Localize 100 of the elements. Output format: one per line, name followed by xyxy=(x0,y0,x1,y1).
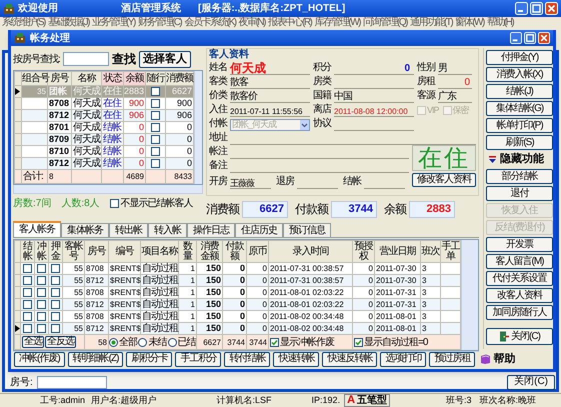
help-button[interactable]: 帮助 xyxy=(478,352,518,366)
checkbox[interactable] xyxy=(151,147,160,156)
ime-name[interactable]: 五笔型 xyxy=(357,396,388,406)
horizontal-scrollbar[interactable] xyxy=(13,351,479,352)
checkbox[interactable] xyxy=(23,312,32,321)
action-button[interactable]: 帐单打印(P) xyxy=(486,118,553,133)
action-button[interactable]: 转明细帐(Z) xyxy=(68,352,124,366)
table-row[interactable]: 8712 何天成 在住 906 906 xyxy=(14,110,194,122)
checkbox[interactable] xyxy=(151,135,160,144)
action-button[interactable]: 手工积分 xyxy=(175,352,222,366)
table-row[interactable]: 8709 何天成 结帐 0 0 xyxy=(14,134,194,146)
checkbox[interactable] xyxy=(151,123,160,132)
table-row[interactable]: 8708 何天成 在住 900 900 xyxy=(14,98,194,110)
action-button[interactable]: 集体结帐(G) xyxy=(486,101,553,116)
checkbox[interactable] xyxy=(51,276,60,285)
select-guest-button[interactable]: 选择客人 xyxy=(138,50,191,68)
action-button[interactable]: 开发票 xyxy=(486,237,553,252)
checkbox[interactable] xyxy=(354,338,363,346)
menu-item[interactable]: 夜审(N) xyxy=(238,18,265,28)
checkbox[interactable] xyxy=(110,198,119,208)
tab[interactable]: 操作日志 xyxy=(187,223,235,237)
action-button[interactable]: 代付关系设置 xyxy=(486,271,553,286)
close-button[interactable]: 关闭(C) xyxy=(507,374,555,390)
checkbox[interactable] xyxy=(151,99,160,108)
menu-item[interactable]: 窗体(W) xyxy=(455,18,484,28)
checkbox[interactable] xyxy=(51,264,60,273)
tab[interactable]: 客人帐务 xyxy=(13,221,61,237)
invert-selection-button[interactable]: 全反选 xyxy=(45,336,76,348)
tab[interactable]: 集体帐务 xyxy=(61,223,109,237)
checkbox[interactable] xyxy=(37,300,46,309)
action-button[interactable]: 结帐(J) xyxy=(486,84,553,99)
checkbox[interactable] xyxy=(37,288,46,297)
checkbox[interactable] xyxy=(37,312,46,321)
checkbox[interactable] xyxy=(23,276,32,285)
minimize-icon[interactable] xyxy=(515,2,528,15)
maximize-icon[interactable] xyxy=(530,2,543,15)
checkbox[interactable] xyxy=(151,111,160,120)
checkbox[interactable] xyxy=(23,264,32,273)
action-button[interactable]: 选项打印 xyxy=(380,352,426,366)
action-button[interactable]: 快速转帐 xyxy=(273,352,320,366)
checkbox[interactable] xyxy=(51,312,60,321)
action-button[interactable]: 转付结帐 xyxy=(224,352,270,366)
checkbox[interactable] xyxy=(37,264,46,273)
table-row[interactable]: 8710 何天成 结帐 0 0 xyxy=(14,146,194,158)
select-all-button[interactable]: 全选 xyxy=(22,336,44,348)
menu-item[interactable]: 报表中心(R) xyxy=(268,18,312,28)
action-button[interactable]: 加同房随行人 xyxy=(486,305,553,320)
table-row[interactable]: 8712 何天成 结帐 0 0 xyxy=(14,158,194,170)
maximize-icon[interactable] xyxy=(524,32,536,44)
menu-item[interactable]: 财务管理(C) xyxy=(138,18,182,28)
tab[interactable]: 预订信息 xyxy=(283,223,331,237)
edit-guest-button[interactable]: 修改客人资料 xyxy=(412,173,476,187)
table-row[interactable]: 55 8712 $RENT$自动过租 1 150 0 0 2011-08-02 00:34:48 0 2011-08-01 3 xyxy=(14,322,460,334)
room-search-field[interactable] xyxy=(62,52,109,66)
table-row[interactable]: 55 8708 $RENT$自动过租 1 150 0 0 2011-07-31 00:38:57 0 2011-07-30 3 xyxy=(14,262,460,274)
close-button[interactable]: 关闭(C) xyxy=(486,328,553,345)
checkbox[interactable] xyxy=(51,324,60,333)
radio-button[interactable] xyxy=(168,338,177,346)
table-row[interactable]: 55 8708 $RENT$自动过租 1 150 0 0 2011-08-02 00:34:48 0 2011-08-01 3 xyxy=(14,310,460,322)
checkbox[interactable] xyxy=(151,87,160,96)
action-button[interactable]: 快速反转帐 xyxy=(322,352,378,366)
table-row[interactable]: 8701 何天成 结帐 0 0 xyxy=(14,122,194,134)
tab[interactable]: 住店历史 xyxy=(235,223,283,237)
action-button[interactable]: 预过房租 xyxy=(429,352,476,366)
menu-item[interactable]: 基础数据(J) xyxy=(48,18,90,28)
close-icon[interactable] xyxy=(538,32,550,44)
table-row[interactable]: 55 8712 $RENT$自动过租 1 150 0 0 2011-07-31 00:38:57 0 2011-07-30 3 xyxy=(14,274,460,286)
action-button[interactable]: 冲帐(作废) xyxy=(14,352,65,366)
action-button[interactable]: 退付 xyxy=(486,186,553,201)
checkbox[interactable] xyxy=(37,276,46,285)
checkbox[interactable] xyxy=(51,300,60,309)
menu-item[interactable]: 库存管理(W) xyxy=(314,18,360,28)
ime-mode[interactable]: A xyxy=(347,395,356,406)
checkbox[interactable] xyxy=(23,324,32,333)
horizontal-scrollbar[interactable] xyxy=(13,185,203,194)
menu-item[interactable]: 业务管理(Y) xyxy=(92,18,135,28)
vertical-scrollbar[interactable] xyxy=(461,240,478,350)
collapse-icon[interactable] xyxy=(488,155,497,164)
action-button[interactable]: 改客人资料 xyxy=(486,288,553,303)
close-icon[interactable] xyxy=(545,2,558,15)
menu-item[interactable]: 通用功能(T) xyxy=(410,18,452,28)
action-button[interactable]: 付押金(Y) xyxy=(486,50,553,65)
table-row[interactable]: 55 8712 $RENT$自动过租 1 150 0 0 2011-08-01 02:03:22 0 2011-07-31 3 xyxy=(14,298,460,310)
menu-item[interactable]: 系统维护(S) xyxy=(2,18,45,28)
menu-item[interactable]: 帮助(H) xyxy=(486,18,514,28)
radio-button[interactable] xyxy=(138,338,148,346)
checkbox[interactable] xyxy=(51,288,60,297)
radio-button[interactable] xyxy=(109,338,118,346)
action-button[interactable]: 刷积分卡 xyxy=(126,352,172,366)
checkbox[interactable] xyxy=(270,338,279,346)
checkbox[interactable] xyxy=(151,159,160,168)
action-button[interactable]: 部分结帐 xyxy=(486,169,553,184)
checkbox[interactable] xyxy=(23,300,32,309)
minimize-icon[interactable] xyxy=(510,32,522,44)
tab[interactable]: 转出帐 xyxy=(109,223,148,237)
action-button[interactable]: 刷新(S) xyxy=(486,135,553,150)
vertical-scrollbar[interactable] xyxy=(194,71,202,184)
table-row[interactable]: 55 8708 $RENT$自动过租 1 150 0 0 2011-08-01 02:03:22 0 2011-07-31 3 xyxy=(14,286,460,298)
menu-item[interactable]: 会员卡系统(K) xyxy=(184,18,236,28)
checkbox[interactable] xyxy=(37,324,46,333)
